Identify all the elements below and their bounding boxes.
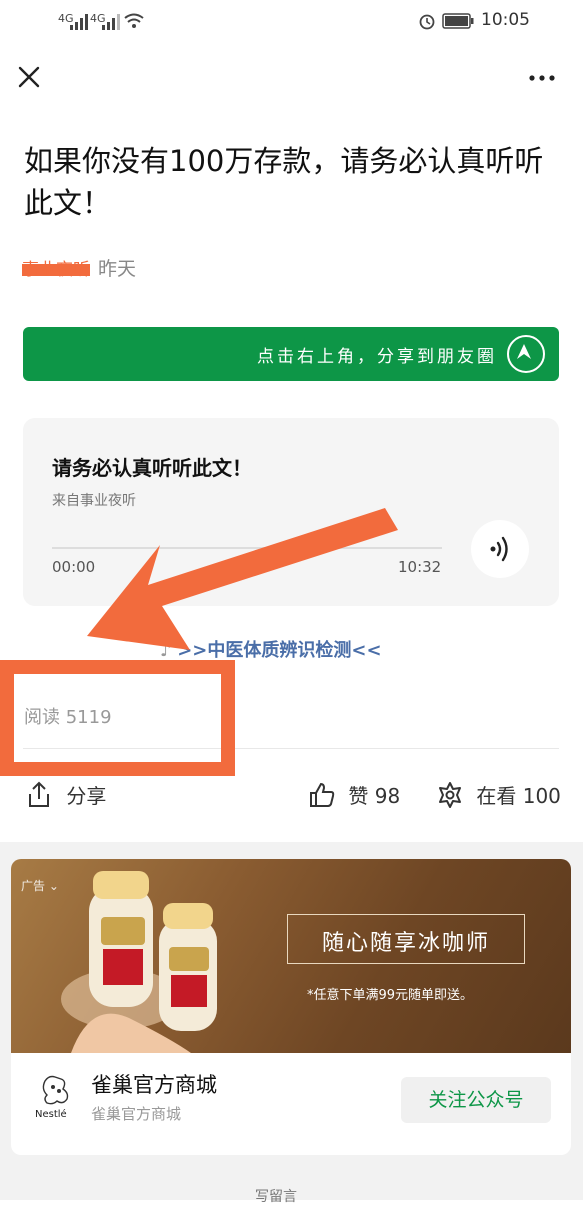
follow-account-button[interactable]: 关注公众号 [401, 1077, 551, 1123]
publish-date: 昨天 [98, 258, 137, 280]
nestle-logo-text: Nestlé [35, 1109, 67, 1120]
more-options-icon[interactable] [527, 62, 557, 92]
audio-card[interactable]: 请务必认真听听此文！ 来自事业夜听 00:00 10:32 [23, 418, 559, 606]
thumbs-up-icon [310, 782, 335, 807]
section-separator [0, 842, 583, 860]
audio-time-start: 00:00 [52, 558, 96, 576]
wifi-icon [124, 13, 144, 28]
ad-card[interactable]: 广告 ⌄ 随心随享冰咖师 *任意下单满99元随单即送。 Nestlé 雀巢官方商… [11, 859, 571, 1155]
ad-banner-image[interactable]: 广告 ⌄ 随心随享冰咖师 *任意下单满99元随单即送。 [11, 859, 571, 1053]
coffee-bottles-image [61, 871, 217, 1053]
share-icon [29, 781, 49, 807]
audio-title: 请务必认真听听此文！ [52, 456, 252, 480]
audio-time-end: 10:32 [398, 558, 442, 576]
watching-label: 在看 100 [476, 784, 561, 808]
article-title: 如果你没有100万存款，请务必认真听听此文！ [24, 144, 544, 220]
ad-brand-name[interactable]: 雀巢官方商城 [91, 1069, 217, 1099]
audio-source: 来自事业夜听 [52, 493, 136, 509]
share-action[interactable]: 分享 [26, 780, 106, 809]
share-label: 分享 [66, 784, 107, 808]
watching-star-icon [439, 781, 461, 808]
ad-brand-subtitle: 雀巢官方商城 [91, 1105, 182, 1123]
promo-link[interactable]: ♪ >>中医体质辨识检测<< [160, 636, 382, 662]
alarm-icon [419, 14, 435, 30]
like-label: 赞 98 [348, 784, 401, 808]
battery-icon [442, 13, 474, 29]
comment-link-partial[interactable]: 写留言 [255, 1186, 297, 1206]
status-bar: 4G 4G 10:05 [0, 0, 583, 44]
audio-progress-bar[interactable] [52, 547, 442, 549]
ad-slogan: 随心随享冰咖师 [321, 931, 490, 956]
annotation-highlight-box [0, 660, 235, 776]
arrow-up-icon [507, 335, 545, 373]
close-icon[interactable] [14, 62, 44, 92]
nestle-logo: Nestlé [35, 1071, 75, 1123]
signal-icon [102, 14, 120, 30]
ad-tag-label: 广告 [21, 879, 46, 893]
share-banner[interactable]: 点击右上角，分享到朋友圈 [23, 327, 559, 381]
article-meta: 事业夜听 昨天 [22, 254, 136, 281]
share-banner-text: 点击右上角，分享到朋友圈 [257, 347, 497, 367]
promo-link-text: >>中医体质辨识检测<< [177, 640, 382, 661]
signal-icon [70, 14, 88, 30]
music-note-icon: ♪ [160, 640, 178, 661]
clock: 10:05 [481, 10, 530, 30]
audio-play-button[interactable] [471, 520, 529, 578]
like-action[interactable]: 赞 98 [308, 780, 400, 809]
ad-slogan-box: 随心随享冰咖师 [287, 914, 525, 964]
author-name-redacted[interactable]: 事业夜听 [22, 261, 90, 278]
watching-action[interactable]: 在看 100 [436, 780, 561, 809]
ad-subtext: *任意下单满99元随单即送。 [307, 988, 474, 1003]
sound-wave-icon [490, 536, 508, 562]
